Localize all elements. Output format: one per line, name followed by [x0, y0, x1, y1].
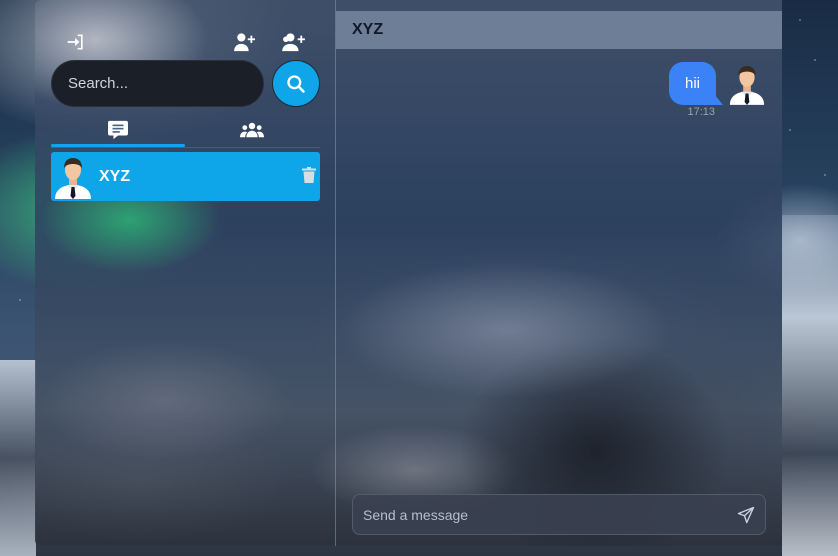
trash-icon[interactable] [301, 166, 317, 184]
contact-list-item[interactable]: XYZ [51, 152, 320, 201]
avatar [53, 155, 93, 199]
logout-icon[interactable] [63, 29, 89, 55]
avatar [728, 62, 766, 106]
background-mountain-right [782, 215, 838, 556]
chat-app-window: XYZ XYZ hii [35, 0, 782, 546]
message-row: hii [668, 62, 766, 106]
tab-groups[interactable] [185, 112, 319, 148]
chat-title: XYZ [352, 21, 384, 38]
chat-panel: XYZ hii 17:13 [336, 0, 782, 546]
sidebar-tabs [51, 112, 320, 148]
users-plus-icon[interactable] [281, 29, 307, 55]
search-button[interactable] [272, 60, 320, 107]
message-text: hii [684, 75, 700, 92]
user-plus-icon[interactable] [232, 29, 258, 55]
users-group-icon [240, 122, 264, 138]
search-icon [287, 74, 305, 93]
message-composer[interactable] [352, 494, 766, 535]
message-input[interactable] [363, 506, 723, 523]
chat-header: XYZ [336, 11, 782, 49]
background-mountain-left [0, 360, 36, 556]
chat-message-icon [108, 120, 128, 140]
contact-name: XYZ [99, 167, 131, 185]
tab-chats[interactable] [51, 112, 185, 148]
search-input[interactable] [68, 75, 248, 92]
message-bubble: hii [668, 62, 724, 105]
send-icon[interactable] [737, 506, 755, 524]
sidebar: XYZ [35, 0, 336, 546]
message-timestamp: 17:13 [687, 106, 715, 118]
tabs-divider [51, 147, 320, 148]
search-field[interactable] [51, 60, 264, 107]
